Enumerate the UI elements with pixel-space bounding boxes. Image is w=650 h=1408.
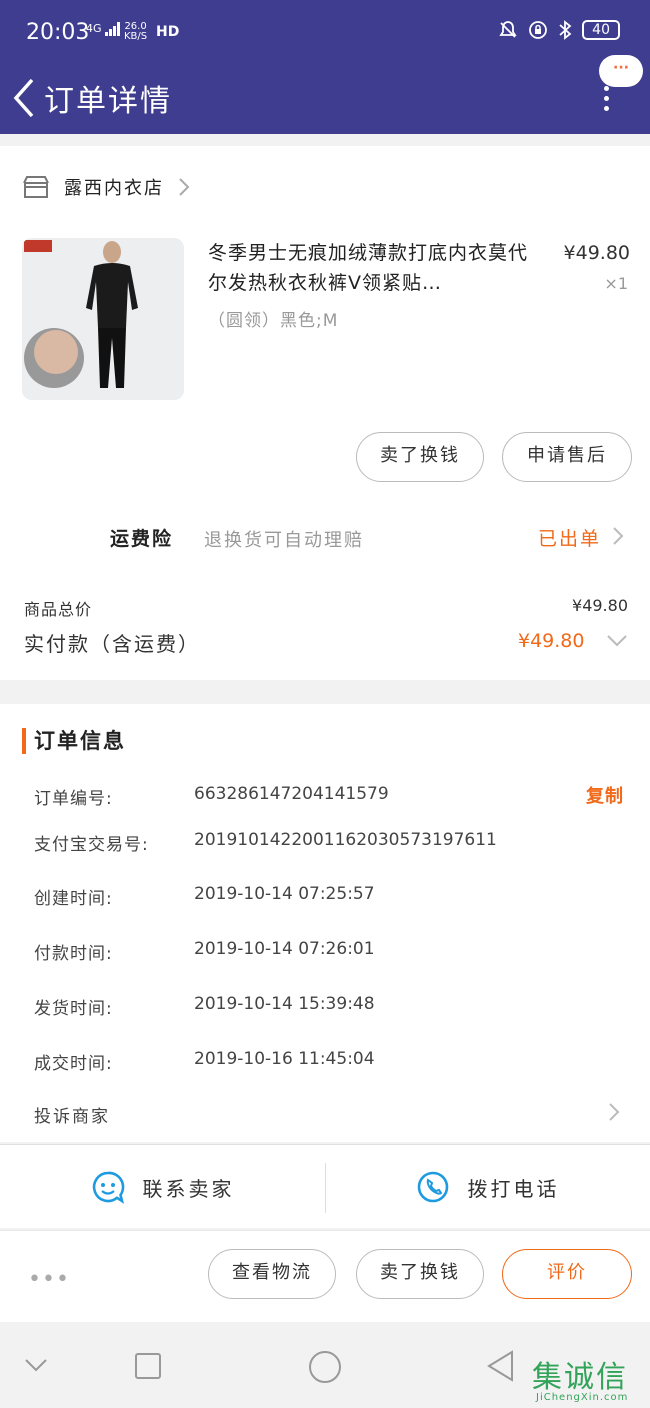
chevron-right-icon <box>179 178 190 196</box>
status-time: 20:03 <box>26 20 90 45</box>
signal-icon <box>105 22 121 36</box>
page-title: 订单详情 <box>44 84 172 119</box>
store-icon <box>23 176 49 198</box>
message-bubble-button[interactable]: ··· <box>599 55 643 87</box>
top-nav-bar: 订单详情 ··· <box>0 55 650 134</box>
sell-item-button[interactable]: 卖了换钱 <box>356 432 484 482</box>
watermark-url: JiChengXin.com <box>536 1392 629 1403</box>
order-info-card: 订单信息 订单编号: 663286147204141579 复制 支付宝交易号:… <box>0 704 650 1142</box>
call-phone-button[interactable]: 拨打电话 <box>325 1145 650 1229</box>
copy-button[interactable]: 复制 <box>586 782 624 808</box>
mute-bell-icon <box>499 21 517 38</box>
battery-icon: 40 <box>582 20 620 40</box>
network-speed: 26.0 KB/S <box>124 22 147 42</box>
view-logistics-button[interactable]: 查看物流 <box>208 1249 336 1299</box>
store-name: 露西内衣店 <box>64 178 164 199</box>
goods-total-value: ¥49.80 <box>572 596 628 615</box>
paid-amount-label: 实付款（含运费） <box>24 632 200 656</box>
chevron-down-icon[interactable] <box>24 1358 48 1374</box>
product-image[interactable] <box>22 238 184 400</box>
deal-time-value: 2019-10-16 11:45:04 <box>194 1049 375 1069</box>
created-time-value: 2019-10-14 07:25:57 <box>194 884 375 904</box>
hd-badge: HD <box>156 24 180 40</box>
bluetooth-icon <box>559 20 572 40</box>
more-actions-button[interactable]: ••• <box>28 1267 70 1292</box>
after-sale-button[interactable]: 申请售后 <box>502 432 632 482</box>
order-number-label: 订单编号: <box>34 789 113 809</box>
status-bar: 20:03 4G 26.0 KB/S HD 40 <box>0 0 650 62</box>
bottom-action-bar: ••• 查看物流 卖了换钱 评价 <box>0 1230 650 1322</box>
sell-again-button[interactable]: 卖了换钱 <box>356 1249 484 1299</box>
shipped-time-value: 2019-10-14 15:39:48 <box>194 994 375 1014</box>
product-title[interactable]: 冬季男士无痕加绒薄款打底内衣莫代尔发热秋衣秋裤V领紧贴… <box>208 238 538 298</box>
store-header[interactable]: 露西内衣店 <box>22 174 190 200</box>
more-menu-icon[interactable] <box>600 86 612 112</box>
alipay-trade-no-value: 2019101422001162030573197611 <box>194 830 497 850</box>
goods-total-label: 商品总价 <box>24 600 93 619</box>
network-type: 4G <box>86 22 102 35</box>
review-button[interactable]: 评价 <box>502 1249 632 1299</box>
recents-square-icon[interactable] <box>134 1352 162 1380</box>
chevron-right-icon <box>609 1103 620 1121</box>
network-indicator: 4G <box>86 22 121 36</box>
product-price: ¥49.80 <box>563 242 630 264</box>
home-circle-icon[interactable] <box>308 1350 342 1384</box>
contact-seller-button[interactable]: 联系卖家 <box>0 1145 325 1229</box>
deal-time-label: 成交时间: <box>34 1054 113 1074</box>
paid-time-value: 2019-10-14 07:26:01 <box>194 939 375 959</box>
speed-unit: KB/S <box>124 31 148 42</box>
created-time-label: 创建时间: <box>34 889 113 909</box>
paid-time-label: 付款时间: <box>34 944 113 964</box>
product-quantity: ×1 <box>604 274 628 293</box>
contact-bar: 联系卖家 拨打电话 <box>0 1144 650 1228</box>
chevron-down-icon[interactable] <box>606 634 628 648</box>
shipping-insurance-label: 运费险 <box>110 528 174 550</box>
back-arrow-icon[interactable] <box>10 74 40 122</box>
paid-amount-value: ¥49.80 <box>518 630 585 652</box>
shipping-insurance-status[interactable]: 已出单 <box>538 524 601 551</box>
watermark-logo: 集诚信 JiChengXin.com <box>532 1352 650 1408</box>
shipping-insurance-desc: 退换货可自动理赔 <box>204 530 364 551</box>
complain-seller-link[interactable]: 投诉商家 <box>34 1102 110 1127</box>
order-product-card: 露西内衣店 冬季男士无痕加绒薄款打底内衣莫代尔发热秋衣秋裤V领紧贴… （圆领）黑… <box>0 146 650 680</box>
chevron-right-icon <box>613 527 624 545</box>
watermark-text: 集诚信 <box>532 1360 628 1395</box>
back-triangle-icon[interactable] <box>486 1350 516 1382</box>
call-phone-label: 拨打电话 <box>467 1176 560 1201</box>
status-icons: 40 <box>498 20 620 40</box>
lock-rotation-icon <box>529 21 548 39</box>
contact-seller-label: 联系卖家 <box>142 1176 235 1201</box>
shipped-time-label: 发货时间: <box>34 999 113 1019</box>
phone-icon <box>417 1171 448 1203</box>
alipay-trade-no-label: 支付宝交易号: <box>34 835 149 855</box>
order-info-title: 订单信息 <box>22 728 126 754</box>
product-spec: （圆领）黑色;M <box>208 311 339 331</box>
order-number-value: 663286147204141579 <box>194 784 389 804</box>
chat-face-icon <box>92 1171 124 1204</box>
